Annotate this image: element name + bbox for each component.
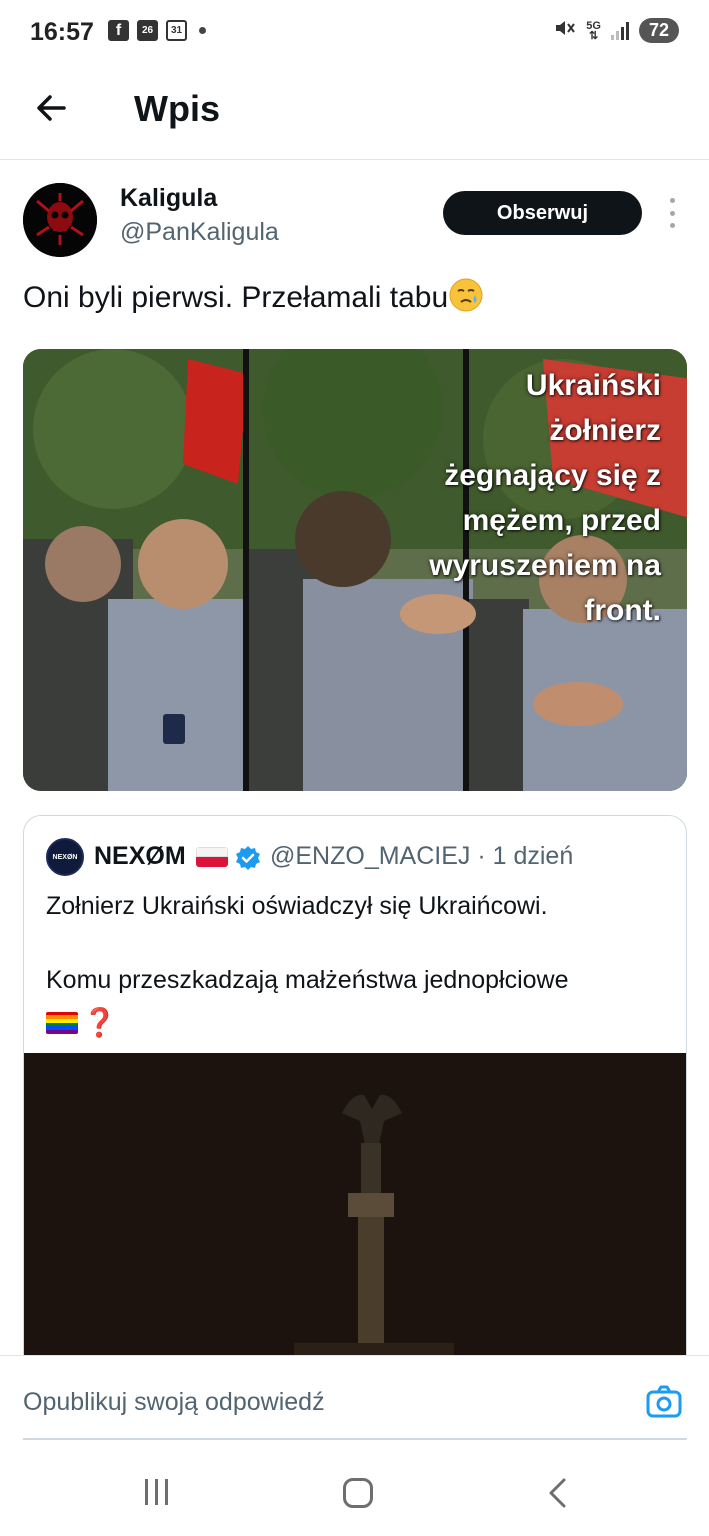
facebook-icon: f xyxy=(108,20,129,41)
recent-apps-icon[interactable] xyxy=(145,1479,168,1505)
author-handle[interactable]: @PanKaligula xyxy=(120,218,279,247)
question-mark-emoji: ❓ xyxy=(82,1007,117,1038)
quoted-text-line2: Komu przeszkadzają małżeństwa jednopłcio… xyxy=(46,966,569,994)
calendar-26-icon: 26 xyxy=(137,20,158,41)
verified-badge-icon xyxy=(234,844,262,872)
poland-flag-icon xyxy=(196,847,228,867)
status-bar: 16:57 f 26 31 5G ⇅ 72 xyxy=(0,0,709,68)
network-5g-icon: 5G ⇅ xyxy=(586,19,601,42)
quoted-text-line1: Zołnierz Ukraiński oświadczył się Ukraiń… xyxy=(46,892,548,920)
tweet-text: Oni byli pierwsi. Przełamali tabu xyxy=(23,277,484,321)
mute-icon xyxy=(554,18,576,43)
calendar-31-icon: 31 xyxy=(166,20,187,41)
back-arrow-icon[interactable] xyxy=(32,88,72,128)
follow-button[interactable]: Obserwuj xyxy=(443,191,642,235)
tweet-image[interactable]: Ukraiński żołnierz żegnający się z mężem… xyxy=(23,349,687,791)
author-name[interactable]: Kaligula xyxy=(120,184,217,213)
system-nav-bar xyxy=(0,1451,709,1536)
more-notifications-dot xyxy=(199,27,206,34)
quoted-tweet[interactable]: NEXØN NEXØM @ENZO_MACIEJ · 1 dzień Zołni… xyxy=(23,815,687,1415)
quoted-emoji-row: ❓ xyxy=(46,1006,117,1039)
reply-input[interactable]: Opublikuj swoją odpowiedź xyxy=(23,1388,325,1417)
tweet-body: Oni byli pierwsi. Przełamali tabu xyxy=(23,281,449,314)
quoted-avatar[interactable]: NEXØN xyxy=(46,838,84,876)
nav-back-icon[interactable] xyxy=(545,1477,571,1509)
more-options-icon[interactable] xyxy=(662,198,682,228)
reply-underline xyxy=(23,1438,687,1440)
signal-icon xyxy=(610,21,629,40)
quoted-author-name[interactable]: NEXØM xyxy=(94,842,186,871)
top-app-bar: Wpis xyxy=(0,68,709,160)
battery-indicator: 72 xyxy=(638,18,679,43)
reply-composer: Opublikuj swoją odpowiedź xyxy=(0,1355,709,1451)
image-caption: Ukraiński żołnierz żegnający się z mężem… xyxy=(429,369,661,627)
page-title: Wpis xyxy=(134,88,220,129)
rainbow-flag-icon xyxy=(46,1011,78,1034)
camera-icon[interactable] xyxy=(644,1382,684,1422)
quoted-author-handle[interactable]: @ENZO_MACIEJ · 1 dzień xyxy=(270,842,573,871)
crying-face-emoji-icon xyxy=(448,277,484,321)
notification-icons: f 26 31 xyxy=(108,20,206,41)
status-time: 16:57 xyxy=(30,18,94,46)
avatar[interactable] xyxy=(23,183,97,257)
system-icons: 5G ⇅ 72 xyxy=(554,18,679,43)
home-icon[interactable] xyxy=(343,1478,373,1508)
